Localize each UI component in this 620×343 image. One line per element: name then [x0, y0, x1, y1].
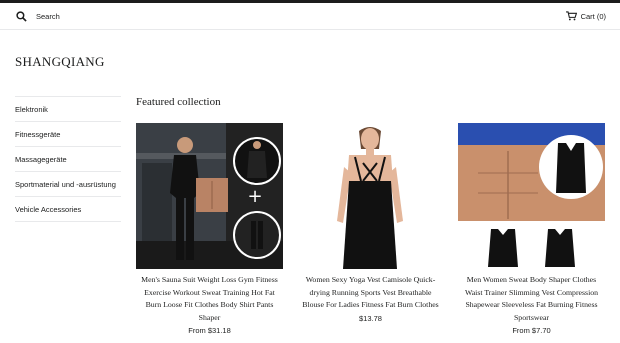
- cart-icon: [565, 11, 577, 21]
- product-price: From $31.18: [188, 326, 231, 335]
- product-image[interactable]: [458, 123, 605, 269]
- cart-label: Cart (0): [580, 11, 606, 21]
- sidebar-item-massagegeraete[interactable]: Massagegeräte: [15, 147, 121, 172]
- product-price: From $7.70: [512, 326, 551, 335]
- svg-text:+: +: [247, 186, 262, 207]
- product-card[interactable]: + Men's Sauna Suit Weight Loss Gym Fitne…: [136, 123, 283, 335]
- collection-heading: Featured collection: [136, 96, 221, 108]
- product-card[interactable]: Men Women Sweat Body Shaper Clothes Wais…: [458, 123, 605, 335]
- search-label: Search: [36, 11, 60, 21]
- product-image[interactable]: [297, 123, 444, 269]
- sidebar-item-sportmaterial[interactable]: Sportmaterial und -ausrüstung: [15, 172, 121, 197]
- product-card[interactable]: Women Sexy Yoga Vest Camisole Quick-dryi…: [297, 123, 444, 323]
- search-button[interactable]: Search: [16, 9, 60, 23]
- sidebar-item-vehicle-accessories[interactable]: Vehicle Accessories: [15, 197, 121, 222]
- product-title[interactable]: Men's Sauna Suit Weight Loss Gym Fitness…: [136, 274, 283, 324]
- cart-link[interactable]: Cart (0): [565, 9, 606, 23]
- sidebar-item-elektronik[interactable]: Elektronik: [15, 97, 121, 122]
- product-image[interactable]: +: [136, 123, 283, 269]
- product-title[interactable]: Women Sexy Yoga Vest Camisole Quick-dryi…: [297, 274, 444, 312]
- store-logo[interactable]: SHANGQIANG: [15, 54, 105, 70]
- product-title[interactable]: Men Women Sweat Body Shaper Clothes Wais…: [458, 274, 605, 324]
- search-icon: [16, 10, 27, 22]
- top-bar: [0, 0, 620, 3]
- sidebar-nav: Elektronik Fitnessgeräte Massagegeräte S…: [15, 96, 121, 222]
- header-divider: [0, 29, 620, 30]
- sidebar-item-fitnessgeraete[interactable]: Fitnessgeräte: [15, 122, 121, 147]
- product-price: $13.78: [359, 313, 382, 323]
